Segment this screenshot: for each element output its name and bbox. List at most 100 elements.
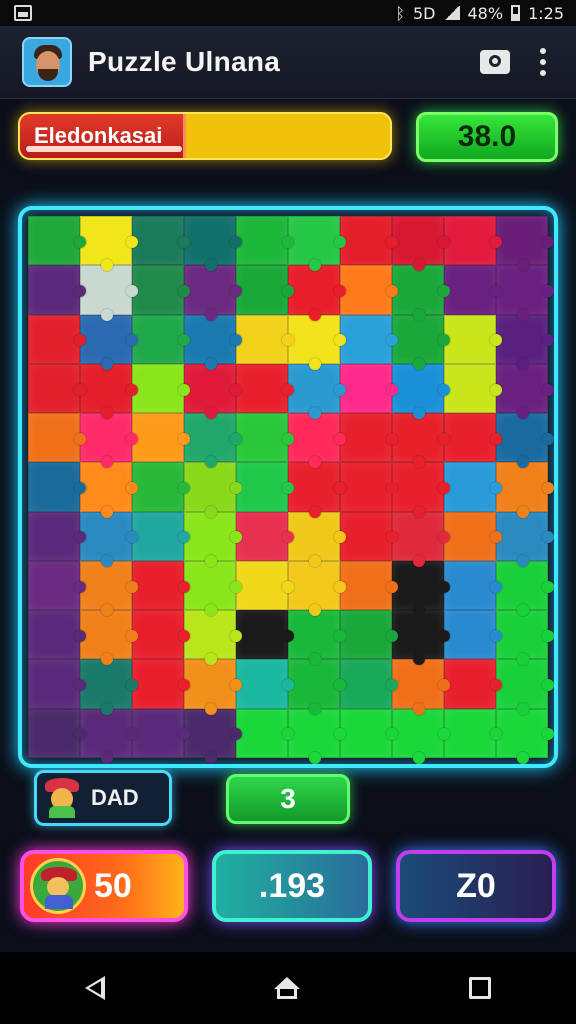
puzzle-piece[interactable]: [288, 560, 346, 617]
puzzle-piece[interactable]: [184, 462, 242, 518]
puzzle-piece[interactable]: [340, 265, 398, 315]
puzzle-piece[interactable]: [28, 659, 86, 709]
puzzle-piece[interactable]: [496, 216, 554, 272]
puzzle-piece[interactable]: [340, 314, 398, 364]
puzzle-piece[interactable]: [28, 560, 86, 611]
avatar[interactable]: [22, 37, 72, 87]
puzzle-piece[interactable]: [236, 511, 294, 561]
puzzle-piece[interactable]: [444, 216, 502, 266]
puzzle-piece[interactable]: [184, 216, 242, 272]
puzzle-piece[interactable]: [496, 462, 554, 518]
puzzle-piece[interactable]: [444, 511, 502, 561]
puzzle-piece[interactable]: [392, 560, 450, 617]
puzzle-piece[interactable]: [340, 511, 398, 561]
puzzle-piece[interactable]: [288, 659, 346, 716]
puzzle-piece[interactable]: [496, 610, 554, 666]
puzzle-piece[interactable]: [28, 708, 86, 758]
puzzle-piece[interactable]: [288, 413, 346, 469]
puzzle-piece[interactable]: [340, 363, 398, 414]
puzzle-piece[interactable]: [288, 462, 346, 518]
puzzle-piece[interactable]: [28, 511, 86, 561]
puzzle-piece[interactable]: [236, 314, 294, 364]
puzzle-piece[interactable]: [28, 413, 86, 463]
puzzle-piece[interactable]: [184, 708, 242, 764]
puzzle-piece[interactable]: [28, 462, 86, 512]
puzzle-piece[interactable]: [80, 511, 138, 568]
puzzle-piece[interactable]: [132, 363, 190, 414]
puzzle-piece[interactable]: [392, 216, 450, 272]
puzzle-piece[interactable]: [184, 560, 242, 617]
puzzle-piece[interactable]: [496, 413, 554, 469]
puzzle-piece[interactable]: [496, 265, 554, 321]
puzzle-piece[interactable]: [132, 511, 190, 561]
puzzle-piece[interactable]: [236, 659, 294, 709]
puzzle-piece[interactable]: [132, 265, 190, 315]
puzzle-piece[interactable]: [288, 265, 346, 321]
puzzle-piece[interactable]: [80, 314, 138, 371]
puzzle-piece[interactable]: [184, 363, 242, 420]
puzzle-piece[interactable]: [444, 708, 502, 758]
puzzle-piece[interactable]: [340, 216, 398, 266]
puzzle-piece[interactable]: [392, 659, 450, 716]
puzzle-piece[interactable]: [184, 511, 242, 568]
puzzle-piece[interactable]: [392, 462, 450, 518]
puzzle-piece[interactable]: [444, 610, 502, 660]
puzzle-piece[interactable]: [28, 265, 86, 315]
puzzle-piece[interactable]: [132, 560, 190, 611]
puzzle-piece[interactable]: [236, 265, 294, 315]
home-icon[interactable]: [273, 977, 300, 999]
puzzle-piece[interactable]: [288, 216, 346, 272]
puzzle-piece[interactable]: [392, 708, 450, 764]
puzzle-piece[interactable]: [340, 610, 398, 660]
puzzle-piece[interactable]: [392, 363, 450, 420]
puzzle-board[interactable]: [18, 206, 558, 768]
puzzle-piece[interactable]: [80, 363, 138, 420]
puzzle-piece[interactable]: [236, 708, 294, 758]
recents-icon[interactable]: [469, 977, 492, 999]
puzzle-piece[interactable]: [132, 216, 190, 266]
puzzle-piece[interactable]: [392, 265, 450, 321]
player-chip[interactable]: DAD: [34, 770, 172, 826]
puzzle-piece[interactable]: [132, 708, 190, 758]
coins-button[interactable]: 50: [20, 850, 188, 922]
puzzle-piece[interactable]: [496, 314, 554, 371]
puzzle-piece[interactable]: [132, 659, 190, 709]
puzzle-piece[interactable]: [444, 560, 502, 611]
puzzle-piece[interactable]: [184, 659, 242, 716]
puzzle-piece[interactable]: [340, 462, 398, 512]
puzzle-piece[interactable]: [340, 560, 398, 611]
puzzle-piece[interactable]: [184, 610, 242, 666]
puzzle-piece[interactable]: [496, 708, 554, 764]
puzzle-piece[interactable]: [392, 314, 450, 371]
puzzle-piece[interactable]: [80, 413, 138, 469]
puzzle-piece[interactable]: [80, 265, 138, 321]
puzzle-piece[interactable]: [236, 216, 294, 266]
puzzle-piece[interactable]: [28, 610, 86, 660]
puzzle-piece[interactable]: [80, 560, 138, 617]
puzzle-grid[interactable]: [28, 216, 554, 764]
puzzle-piece[interactable]: [236, 462, 294, 512]
back-icon[interactable]: [84, 976, 105, 1000]
level-button[interactable]: Z0: [396, 850, 556, 922]
puzzle-piece[interactable]: [132, 314, 190, 364]
puzzle-piece[interactable]: [288, 363, 346, 420]
puzzle-piece[interactable]: [496, 511, 554, 568]
puzzle-piece[interactable]: [340, 708, 398, 758]
puzzle-piece[interactable]: [288, 511, 346, 568]
puzzle-piece[interactable]: [288, 708, 346, 764]
puzzle-piece[interactable]: [444, 659, 502, 709]
puzzle-piece[interactable]: [340, 659, 398, 709]
puzzle-piece[interactable]: [184, 413, 242, 469]
puzzle-piece[interactable]: [444, 314, 502, 364]
puzzle-piece[interactable]: [288, 314, 346, 371]
puzzle-piece[interactable]: [80, 610, 138, 666]
puzzle-piece[interactable]: [392, 610, 450, 666]
puzzle-piece[interactable]: [132, 462, 190, 512]
puzzle-piece[interactable]: [184, 265, 242, 321]
puzzle-piece[interactable]: [28, 216, 86, 266]
puzzle-piece[interactable]: [80, 462, 138, 518]
puzzle-piece[interactable]: [496, 363, 554, 420]
puzzle-piece[interactable]: [236, 610, 294, 660]
puzzle-piece[interactable]: [444, 363, 502, 414]
puzzle-piece[interactable]: [444, 462, 502, 512]
